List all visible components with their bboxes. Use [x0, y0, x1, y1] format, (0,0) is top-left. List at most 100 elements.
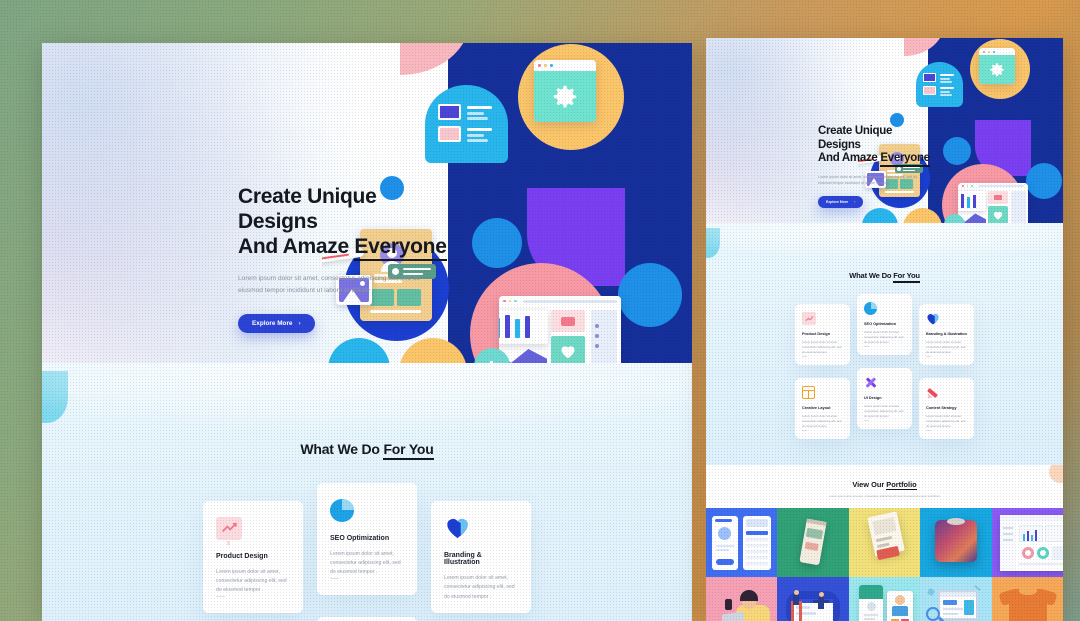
service-card-title: Creative Layout: [802, 406, 831, 410]
service-card-body: Lorem ipsum dolor sit amet, consectetur …: [802, 340, 842, 355]
portfolio-title-underlined: Portfolio: [886, 480, 917, 490]
explore-more-button[interactable]: Explore More ›: [818, 195, 864, 208]
service-card[interactable]: Content Strategy Lorem ipsum dolor sit a…: [919, 378, 974, 439]
settings-window-card: [979, 48, 1015, 84]
portfolio-tile[interactable]: [920, 577, 992, 621]
pencil-icon: [925, 386, 939, 401]
services-section-compact: What We Do For You Product Design Lorem …: [706, 223, 1063, 465]
hero-paragraph: Lorem ipsum dolor sit amet, consectetur …: [238, 275, 421, 295]
hero-heading-underlined: Everyone: [354, 234, 447, 261]
card-divider: [864, 420, 869, 421]
hero-heading-line2: And Amaze: [238, 234, 355, 258]
portfolio-section: View Our Portfolio Lorem ipsum dolor sit…: [706, 465, 1063, 621]
services-title-plain: What We Do: [849, 271, 894, 280]
service-card[interactable]: Branding & Illustration Lorem ipsum dolo…: [431, 501, 531, 613]
hero-heading-line1: Create Unique Designs: [818, 125, 893, 151]
white-wave-accent: [706, 223, 1063, 263]
page-title: Create Unique Designs And Amaze Everyone: [818, 125, 936, 168]
service-card-body: Lorem ipsum dolor sit amet, consectetur …: [216, 568, 287, 594]
layout-grid-icon: [802, 386, 815, 399]
settings-window-card: [534, 60, 596, 122]
services-section: What We Do For You Product Design Lorem …: [42, 363, 692, 621]
card-divider: [926, 430, 931, 431]
services-title-plain: What We Do: [300, 441, 384, 457]
service-card[interactable]: UI Design Lorem ipsum dolor sit amet, co…: [317, 617, 417, 621]
chevron-right-icon: ›: [854, 199, 856, 204]
chevron-right-icon: ›: [298, 319, 301, 327]
services-title: What We Do For You: [42, 441, 692, 460]
service-card-title: SEO Optimization: [330, 534, 390, 542]
service-card-title: Product Design: [216, 552, 268, 560]
large-preview-panel[interactable]: $ Create Unique Designs And Amaze Everyo…: [42, 43, 692, 621]
hero-heading-underlined: Everyone: [880, 152, 930, 168]
service-card[interactable]: Product Design Lorem ipsum dolor sit ame…: [795, 304, 850, 365]
portfolio-tile[interactable]: [991, 577, 1063, 621]
hero-heading-line1: Create Unique Designs: [238, 185, 377, 233]
portfolio-title: View Our Portfolio: [706, 480, 1063, 490]
hero-section: $ Create Unique Designs And Amaze Everyo…: [42, 43, 692, 363]
services-title-underlined: For You: [383, 441, 434, 460]
service-card-body: Lorem ipsum dolor sit amet, consectetur …: [444, 575, 515, 600]
service-card-title: SEO Optimization: [864, 322, 897, 326]
service-card-body: Lorem ipsum dolor sit amet, consectetur …: [926, 340, 966, 355]
portfolio-tile[interactable]: [706, 508, 778, 577]
service-card-body: Lorem ipsum dolor sit amet, consectetur …: [802, 414, 842, 429]
services-card-grid: Product Design Lorem ipsum dolor sit ame…: [706, 294, 1063, 439]
service-card[interactable]: SEO Optimization Lorem ipsum dolor sit a…: [317, 483, 417, 595]
portfolio-tile[interactable]: [777, 577, 849, 621]
portfolio-tile[interactable]: [706, 577, 778, 621]
portfolio-tile[interactable]: [777, 508, 849, 577]
presentation-chart-icon: [802, 312, 816, 325]
card-divider: [802, 430, 807, 431]
analytics-window-card: [499, 296, 621, 363]
service-card[interactable]: Product Design Lorem ipsum dolor sit ame…: [203, 501, 303, 613]
services-card-grid: Product Design Lorem ipsum dolor sit ame…: [42, 483, 692, 621]
explore-more-label: Explore More: [252, 319, 293, 327]
blue-circle-mid: [472, 218, 522, 268]
portfolio-grid: [706, 508, 1063, 621]
hero-paragraph: Lorem ipsum dolor sit amet, consectetur …: [818, 174, 918, 186]
services-title-underlined: For You: [893, 271, 920, 283]
blue-circle-mid: [943, 137, 971, 165]
portfolio-tile[interactable]: [991, 508, 1063, 577]
pie-chart-icon: [864, 302, 877, 315]
hero-copy-compact: Create Unique Designs And Amaze Everyone…: [818, 125, 936, 208]
service-card[interactable]: Branding & Illustration Lorem ipsum dolo…: [919, 304, 974, 365]
explore-more-label: Explore More: [826, 199, 849, 204]
presentation-chart-icon: [216, 517, 242, 545]
service-card[interactable]: Creative Layout Lorem ipsum dolor sit am…: [795, 378, 850, 439]
explore-more-button[interactable]: Explore More ›: [238, 313, 315, 333]
small-preview-panel[interactable]: $ Create Unique Designs And Amaze Everyo…: [706, 38, 1063, 621]
cyan-leaf-shape: [328, 338, 390, 363]
tree-trunk: [490, 361, 493, 363]
portfolio-header: View Our Portfolio Lorem ipsum dolor sit…: [706, 465, 1063, 508]
service-card-body: Lorem ipsum dolor sit amet, consectetur …: [864, 330, 904, 345]
portfolio-tile[interactable]: [920, 508, 992, 577]
heart-icon-small: [993, 211, 1003, 220]
service-card-body: Lorem ipsum dolor sit amet, consectetur …: [926, 414, 966, 429]
service-card-title: Content Strategy: [926, 406, 957, 410]
service-card[interactable]: SEO Optimization Lorem ipsum dolor sit a…: [857, 294, 912, 355]
media-card-shape: [916, 62, 963, 107]
service-card-title: UI Design: [864, 396, 882, 400]
portfolio-tile[interactable]: [848, 508, 921, 577]
portfolio-tile[interactable]: [848, 577, 921, 621]
analytics-window-card: [958, 183, 1028, 223]
page-title: Create Unique Designs And Amaze Everyone: [238, 185, 448, 261]
hero-copy: Create Unique Designs And Amaze Everyone…: [238, 185, 448, 333]
hero-heading-line2: And Amaze: [818, 152, 881, 165]
service-card-title: Branding & Illustration: [444, 552, 482, 566]
service-card-title: Product Design: [802, 332, 831, 336]
card-divider: [802, 356, 807, 357]
card-divider: [330, 577, 339, 579]
service-card-body: Lorem ipsum dolor sit amet, consectetur …: [330, 550, 401, 576]
heart-icon-small: [561, 346, 575, 359]
card-divider: [864, 346, 869, 347]
hero-section-compact: $ Create Unique Designs And Amaze Everyo…: [706, 38, 1063, 223]
blue-circle-edge: [1026, 163, 1062, 199]
service-card[interactable]: UI Design Lorem ipsum dolor sit amet, co…: [857, 368, 912, 429]
service-card-body: Lorem ipsum dolor sit amet, consectetur …: [864, 404, 904, 419]
heart-icon: [444, 517, 470, 539]
portfolio-title-plain: View Our: [852, 480, 887, 489]
blue-circle-edge: [618, 263, 682, 327]
